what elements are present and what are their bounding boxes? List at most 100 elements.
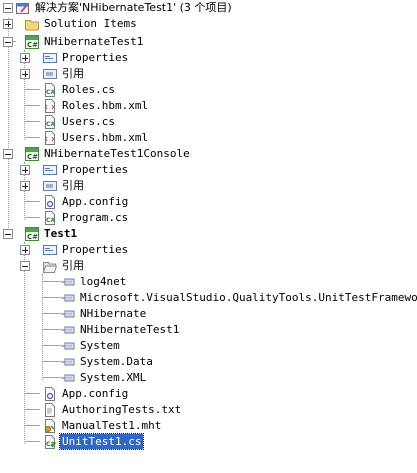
text-file-icon xyxy=(42,402,58,418)
csharp-project-icon: C# xyxy=(24,34,40,50)
tree-row-file[interactable]: App.config xyxy=(0,386,417,402)
expand-toggle[interactable] xyxy=(20,181,30,191)
tree-item-label: System.Data xyxy=(80,355,153,368)
tree-row-file[interactable]: Users.hbm.xml xyxy=(0,130,417,146)
tree-connector xyxy=(24,441,40,442)
collapse-toggle[interactable] xyxy=(3,149,13,159)
folder-icon xyxy=(24,16,40,32)
tree-row-reference[interactable]: Microsoft.VisualStudio.QualityTools.Unit… xyxy=(0,290,417,306)
csharp-project-icon: C# xyxy=(24,226,40,242)
tree-item-label: Properties xyxy=(62,243,129,256)
tree-row-file[interactable]: AuthoringTests.txt xyxy=(0,402,417,418)
properties-icon xyxy=(42,162,58,178)
tree-connector xyxy=(42,377,60,378)
expand-toggle[interactable] xyxy=(20,245,30,255)
tree-item-label-selected: UnitTest1.cs xyxy=(58,433,145,450)
collapse-toggle[interactable] xyxy=(20,261,30,271)
tree-item-label: Roles.hbm.xml xyxy=(62,99,149,112)
config-file-icon xyxy=(42,194,58,210)
tree-item-label: Properties xyxy=(62,51,129,64)
tree-row-reference[interactable]: System.Data xyxy=(0,354,417,370)
manual-test-icon xyxy=(42,418,58,434)
tree-item-label: 引用 xyxy=(62,259,84,272)
tree-row-solution[interactable]: 解决方案'NHibernateTest1' (3 个项目) xyxy=(0,0,417,16)
tree-item-label: log4net xyxy=(80,275,127,288)
tree-item-label: App.config xyxy=(62,387,129,400)
test-cs-file-icon: C# xyxy=(42,434,58,450)
tree-row-file[interactable]: C# Users.cs xyxy=(0,114,417,130)
svg-text:C#: C# xyxy=(27,153,38,161)
cs-file-icon: C# xyxy=(42,82,58,98)
collapse-toggle[interactable] xyxy=(3,3,13,13)
reference-icon xyxy=(60,338,76,354)
solution-label: 解决方案'NHibernateTest1' (3 个项目) xyxy=(35,1,232,14)
tree-item-label: System.XML xyxy=(80,371,147,384)
tree-row-reference[interactable]: System.XML xyxy=(0,370,417,386)
tree-row-project-test1[interactable]: C# Test1 xyxy=(0,226,417,242)
tree-row-reference[interactable]: log4net xyxy=(0,274,417,290)
svg-text:C#: C# xyxy=(46,217,55,224)
tree-row-references-expanded[interactable]: 引用 xyxy=(0,258,417,274)
tree-connector xyxy=(42,313,60,314)
reference-icon xyxy=(60,370,76,386)
tree-row-reference[interactable]: System xyxy=(0,338,417,354)
tree-row-reference[interactable]: NHibernateTest1 xyxy=(0,322,417,338)
tree-connector xyxy=(42,329,60,330)
tree-item-label: Users.cs xyxy=(62,115,115,128)
solution-icon xyxy=(15,0,31,16)
reference-icon xyxy=(60,354,76,370)
tree-row-solution-items[interactable]: Solution Items xyxy=(0,16,417,32)
collapse-toggle[interactable] xyxy=(3,229,13,239)
tree-connector xyxy=(42,281,60,282)
xml-file-icon xyxy=(42,130,58,146)
expand-toggle[interactable] xyxy=(20,69,30,79)
svg-text:C#: C# xyxy=(46,89,55,96)
tree-row-properties[interactable]: Properties xyxy=(0,50,417,66)
tree-item-label: Test1 xyxy=(44,227,78,240)
tree-item-label: AuthoringTests.txt xyxy=(62,403,182,416)
cs-file-icon: C# xyxy=(42,114,58,130)
tree-connector xyxy=(24,409,40,410)
properties-icon xyxy=(42,50,58,66)
tree-item-label: ManualTest1.mht xyxy=(62,419,162,432)
tree-item-label: Properties xyxy=(62,163,129,176)
tree-connector xyxy=(42,345,60,346)
tree-row-file[interactable]: C# Program.cs xyxy=(0,210,417,226)
tree-row-project-nhibernatetest1[interactable]: C# NHibernateTest1 xyxy=(0,34,417,50)
csharp-project-icon: C# xyxy=(24,146,40,162)
tree-item-label: NHibernateTest1 xyxy=(44,35,144,48)
solution-explorer-tree: 解决方案'NHibernateTest1' (3 个项目) Solution I… xyxy=(0,0,417,473)
references-icon xyxy=(42,178,58,194)
expand-toggle[interactable] xyxy=(20,53,30,63)
tree-row-project-console[interactable]: C# NHibernateTest1Console xyxy=(0,146,417,162)
tree-row-properties[interactable]: Properties xyxy=(0,162,417,178)
expand-toggle[interactable] xyxy=(20,165,30,175)
expand-toggle[interactable] xyxy=(3,19,13,29)
tree-row-reference[interactable]: NHibernate xyxy=(0,306,417,322)
tree-row-references[interactable]: 引用 xyxy=(0,66,417,82)
references-icon xyxy=(42,66,58,82)
tree-item-label: Microsoft.VisualStudio.QualityTools.Unit… xyxy=(80,291,417,304)
tree-item-label: Program.cs xyxy=(62,211,129,224)
collapse-toggle[interactable] xyxy=(3,37,13,47)
tree-row-properties[interactable]: Properties xyxy=(0,242,417,258)
tree-row-file[interactable]: C# Roles.cs xyxy=(0,82,417,98)
tree-item-label: 引用 xyxy=(62,67,84,80)
tree-row-file[interactable]: Roles.hbm.xml xyxy=(0,98,417,114)
tree-item-label: Users.hbm.xml xyxy=(62,131,149,144)
reference-icon xyxy=(60,274,76,290)
tree-connector xyxy=(24,217,40,218)
tree-item-label: Roles.cs xyxy=(62,83,115,96)
tree-connector xyxy=(24,89,40,90)
tree-row-file[interactable]: App.config xyxy=(0,194,417,210)
tree-item-label: 引用 xyxy=(62,179,84,192)
tree-row-references[interactable]: 引用 xyxy=(0,178,417,194)
svg-text:C#: C# xyxy=(46,121,55,128)
properties-icon xyxy=(42,242,58,258)
tree-row-file[interactable]: ManualTest1.mht xyxy=(0,418,417,434)
tree-item-label: App.config xyxy=(62,195,129,208)
svg-text:C#: C# xyxy=(27,41,38,49)
tree-connector xyxy=(24,121,40,122)
tree-item-label: NHibernateTest1Console xyxy=(44,147,190,160)
tree-row-file-selected[interactable]: C# UnitTest1.cs xyxy=(0,433,417,450)
